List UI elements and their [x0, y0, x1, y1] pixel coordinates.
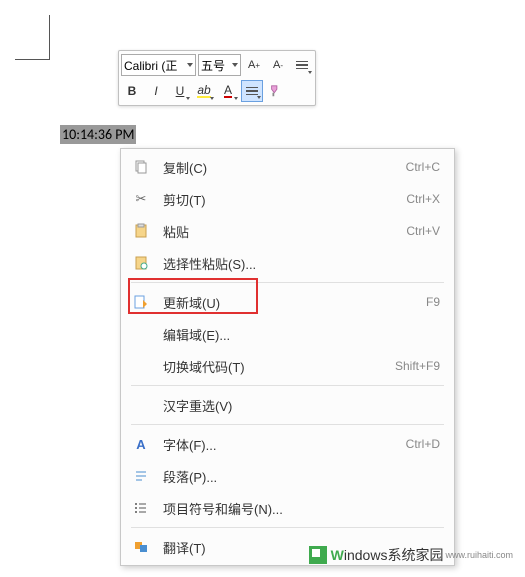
- grow-font-button[interactable]: A+: [243, 54, 265, 76]
- chevron-down-icon: [257, 96, 261, 99]
- menu-font[interactable]: A 字体(F)... Ctrl+D: [121, 428, 454, 460]
- copy-icon: [131, 157, 151, 177]
- context-menu: 复制(C) Ctrl+C ✂ 剪切(T) Ctrl+X 粘贴 Ctrl+V 选择…: [120, 148, 455, 566]
- font-size-select[interactable]: 五号: [198, 54, 241, 76]
- menu-label: 字体(F)...: [163, 435, 406, 454]
- clipboard-icon: [131, 221, 151, 241]
- menu-shortcut: F9: [426, 295, 440, 309]
- menu-divider: [131, 424, 444, 425]
- list-icon: [131, 498, 151, 518]
- menu-shortcut: Ctrl+D: [406, 437, 440, 451]
- chevron-down-icon: [187, 63, 193, 67]
- menu-label: 剪切(T): [163, 190, 406, 209]
- list-button[interactable]: [291, 54, 313, 76]
- windows-logo-icon: [309, 546, 327, 564]
- menu-label: 粘贴: [163, 222, 406, 241]
- paragraph-icon: [131, 466, 151, 486]
- highlight-button[interactable]: ab: [193, 80, 215, 102]
- page-corner: [15, 15, 50, 60]
- chevron-down-icon: [210, 97, 214, 100]
- menu-update-field[interactable]: 更新域(U) F9: [121, 286, 454, 318]
- watermark-brand: indows: [344, 547, 388, 563]
- align-icon: [246, 87, 258, 96]
- watermark-suffix: 系统家园: [387, 545, 443, 565]
- blank-icon: [131, 324, 151, 344]
- menu-shortcut: Ctrl+V: [406, 224, 440, 238]
- chevron-down-icon: [308, 71, 312, 74]
- menu-label: 选择性粘贴(S)...: [163, 254, 440, 273]
- font-family-select[interactable]: Calibri (正: [121, 54, 196, 76]
- menu-shortcut: Ctrl+C: [406, 160, 440, 174]
- menu-paragraph[interactable]: 段落(P)...: [121, 460, 454, 492]
- watermark-url: www.ruihaiti.com: [445, 550, 513, 560]
- font-family-value: Calibri (正: [124, 57, 184, 74]
- blank-icon: [131, 356, 151, 376]
- menu-label: 切换域代码(T): [163, 357, 395, 376]
- menu-label: 项目符号和编号(N)...: [163, 499, 440, 518]
- menu-paste[interactable]: 粘贴 Ctrl+V: [121, 215, 454, 247]
- watermark: Windows系统家园 www.ruihaiti.com: [309, 545, 513, 565]
- font-size-value: 五号: [201, 57, 229, 74]
- font-icon: A: [131, 434, 151, 454]
- blank-icon: [131, 395, 151, 415]
- menu-toggle-field-codes[interactable]: 切换域代码(T) Shift+F9: [121, 350, 454, 382]
- menu-label: 汉字重选(V): [163, 396, 440, 415]
- align-justify-button[interactable]: [241, 80, 263, 102]
- update-field-icon: [131, 292, 151, 312]
- menu-copy[interactable]: 复制(C) Ctrl+C: [121, 151, 454, 183]
- menu-divider: [131, 282, 444, 283]
- menu-paste-special[interactable]: 选择性粘贴(S)...: [121, 247, 454, 279]
- italic-button[interactable]: I: [145, 80, 167, 102]
- list-icon: [296, 61, 308, 70]
- scissors-icon: ✂: [131, 189, 151, 209]
- paintbrush-icon: [269, 84, 283, 98]
- menu-reconvert[interactable]: 汉字重选(V): [121, 389, 454, 421]
- bold-button[interactable]: B: [121, 80, 143, 102]
- chevron-down-icon: [234, 97, 238, 100]
- underline-button[interactable]: U: [169, 80, 191, 102]
- translate-icon: [131, 537, 151, 557]
- menu-label: 更新域(U): [163, 293, 426, 312]
- mini-toolbar: Calibri (正 五号 A+ A- B I U ab A: [118, 50, 316, 106]
- selected-time-text[interactable]: 10:14:36 PM: [60, 125, 136, 144]
- menu-divider: [131, 385, 444, 386]
- menu-bullets-numbering[interactable]: 项目符号和编号(N)...: [121, 492, 454, 524]
- menu-label: 复制(C): [163, 158, 406, 177]
- format-painter-button[interactable]: [265, 80, 287, 102]
- chevron-down-icon: [232, 63, 238, 67]
- menu-edit-field[interactable]: 编辑域(E)...: [121, 318, 454, 350]
- menu-cut[interactable]: ✂ 剪切(T) Ctrl+X: [121, 183, 454, 215]
- menu-shortcut: Ctrl+X: [406, 192, 440, 206]
- menu-label: 编辑域(E)...: [163, 325, 440, 344]
- menu-label: 段落(P)...: [163, 467, 440, 486]
- menu-shortcut: Shift+F9: [395, 359, 440, 373]
- paste-special-icon: [131, 253, 151, 273]
- shrink-font-button[interactable]: A-: [267, 54, 289, 76]
- menu-divider: [131, 527, 444, 528]
- chevron-down-icon: [186, 97, 190, 100]
- font-color-button[interactable]: A: [217, 80, 239, 102]
- watermark-letter: W: [331, 547, 344, 563]
